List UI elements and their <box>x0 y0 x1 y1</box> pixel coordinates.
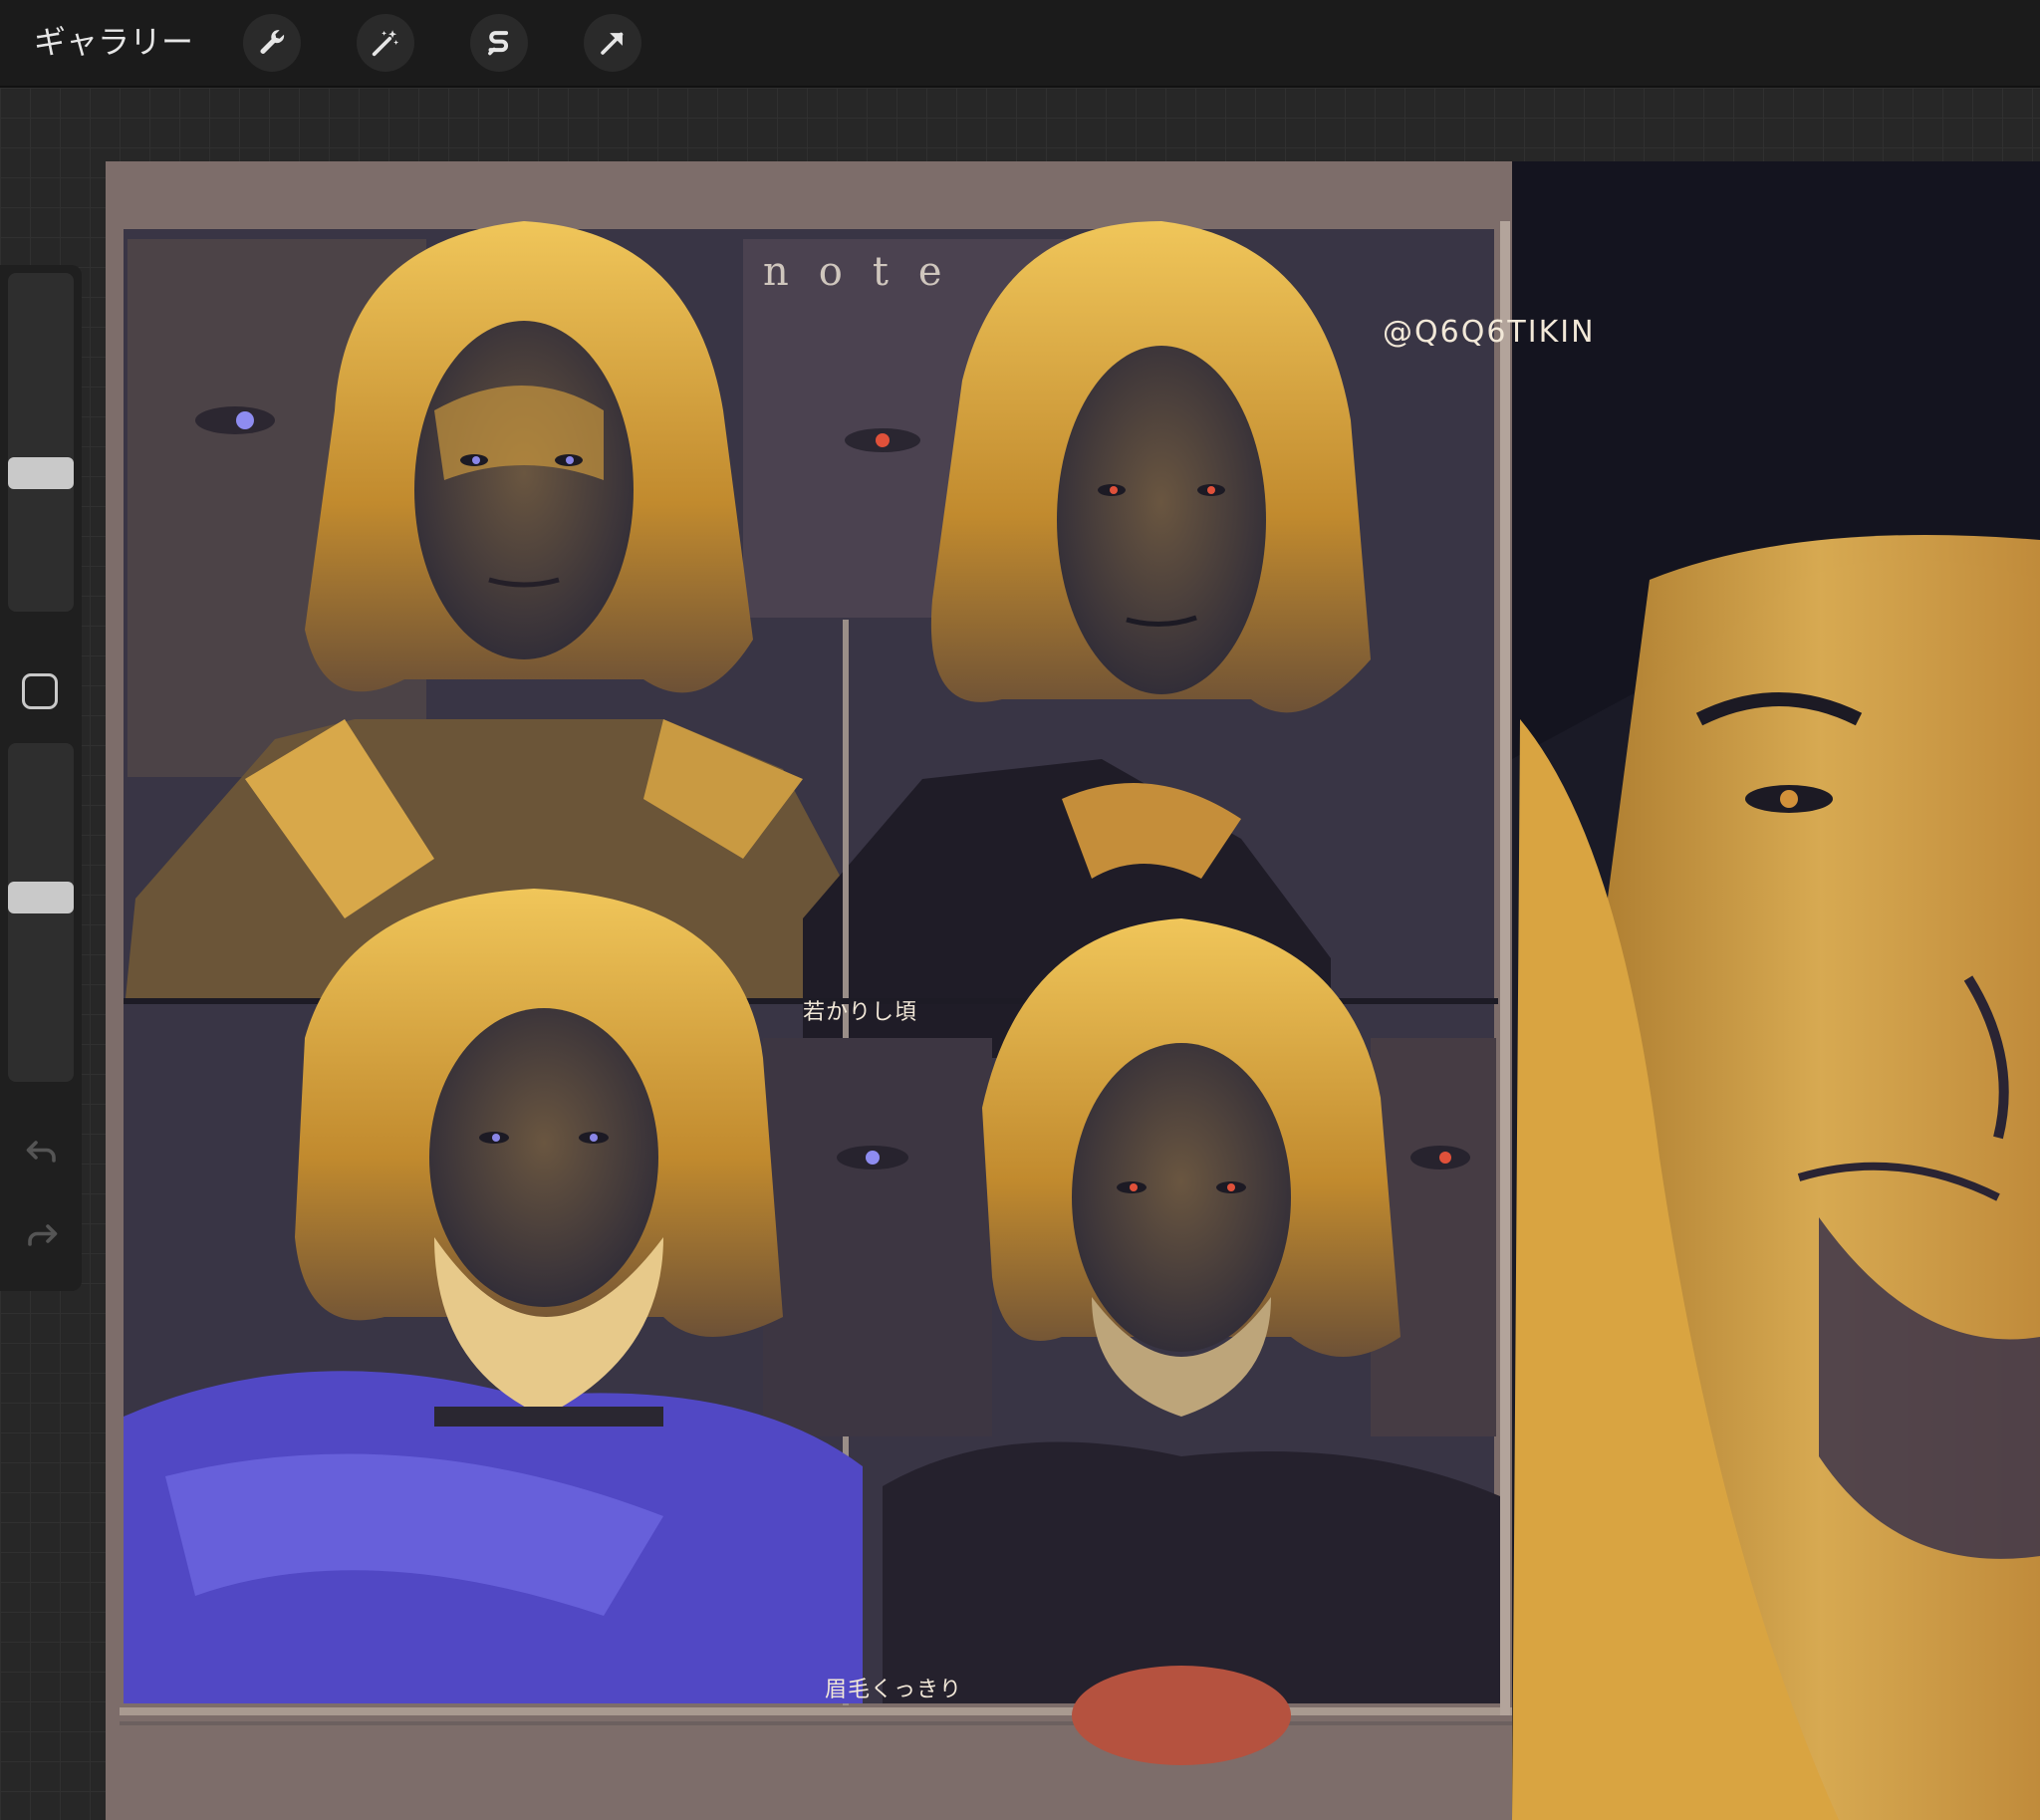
transform-button[interactable] <box>584 14 641 72</box>
brush-size-slider[interactable] <box>8 273 74 612</box>
arrow-cursor-icon <box>601 32 624 55</box>
modify-button[interactable] <box>22 673 58 709</box>
redo-icon <box>28 1224 58 1246</box>
actions-wrench-button[interactable] <box>243 14 301 72</box>
left-sidebar <box>0 265 82 1291</box>
artist-signature: @Q6Q6TIKIN <box>1383 315 1596 350</box>
note-handwritten-text: note <box>763 249 972 295</box>
selection-button[interactable] <box>470 14 528 72</box>
caption-young: 若かりし頃 <box>803 1000 918 1025</box>
undo-icon <box>26 1141 56 1163</box>
artwork <box>120 161 2040 1820</box>
wrench-icon <box>260 30 285 54</box>
adjustments-button[interactable] <box>357 14 414 72</box>
opacity-slider-thumb[interactable] <box>8 881 74 913</box>
undo-button[interactable] <box>24 1134 60 1170</box>
magic-wand-icon <box>372 30 399 57</box>
gallery-button[interactable]: ギャラリー <box>34 20 193 64</box>
top-toolbar: ギャラリー <box>0 0 2040 88</box>
brush-size-slider-thumb[interactable] <box>8 456 74 489</box>
caption-eyebrows: 眉毛くっきり <box>825 1678 963 1702</box>
redo-button[interactable] <box>24 1217 60 1253</box>
drawing-canvas[interactable]: note @Q6Q6TIKIN 若かりし頃 眉毛くっきり <box>106 161 2040 1820</box>
selection-s-icon <box>488 31 509 56</box>
